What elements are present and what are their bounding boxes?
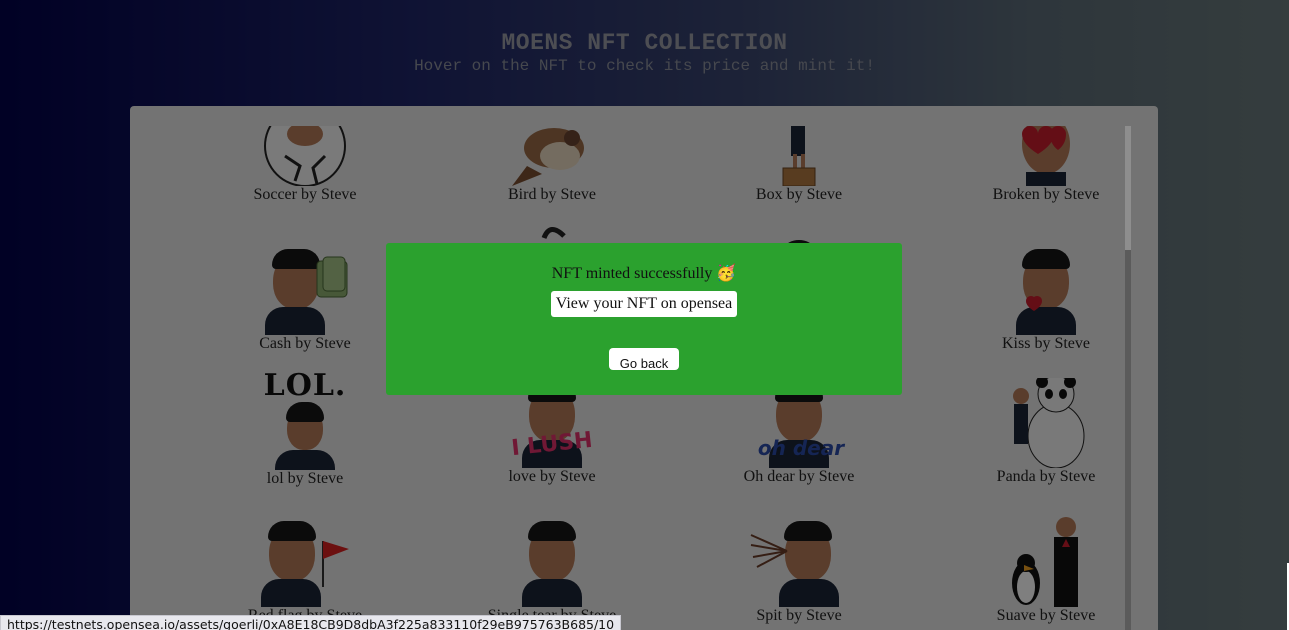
view-on-opensea-link[interactable]: View your NFT on opensea	[550, 291, 738, 317]
mint-success-dialog: NFT minted successfully 🥳 View your NFT …	[386, 243, 902, 395]
scrollbar-thumb[interactable]	[1125, 126, 1131, 250]
status-bar-url: https://testnets.opensea.io/assets/goerl…	[0, 615, 622, 630]
mint-success-message: NFT minted successfully 🥳	[551, 265, 737, 282]
go-back-button[interactable]: Go back	[609, 348, 679, 371]
gallery-scrollbar[interactable]	[1125, 126, 1131, 630]
